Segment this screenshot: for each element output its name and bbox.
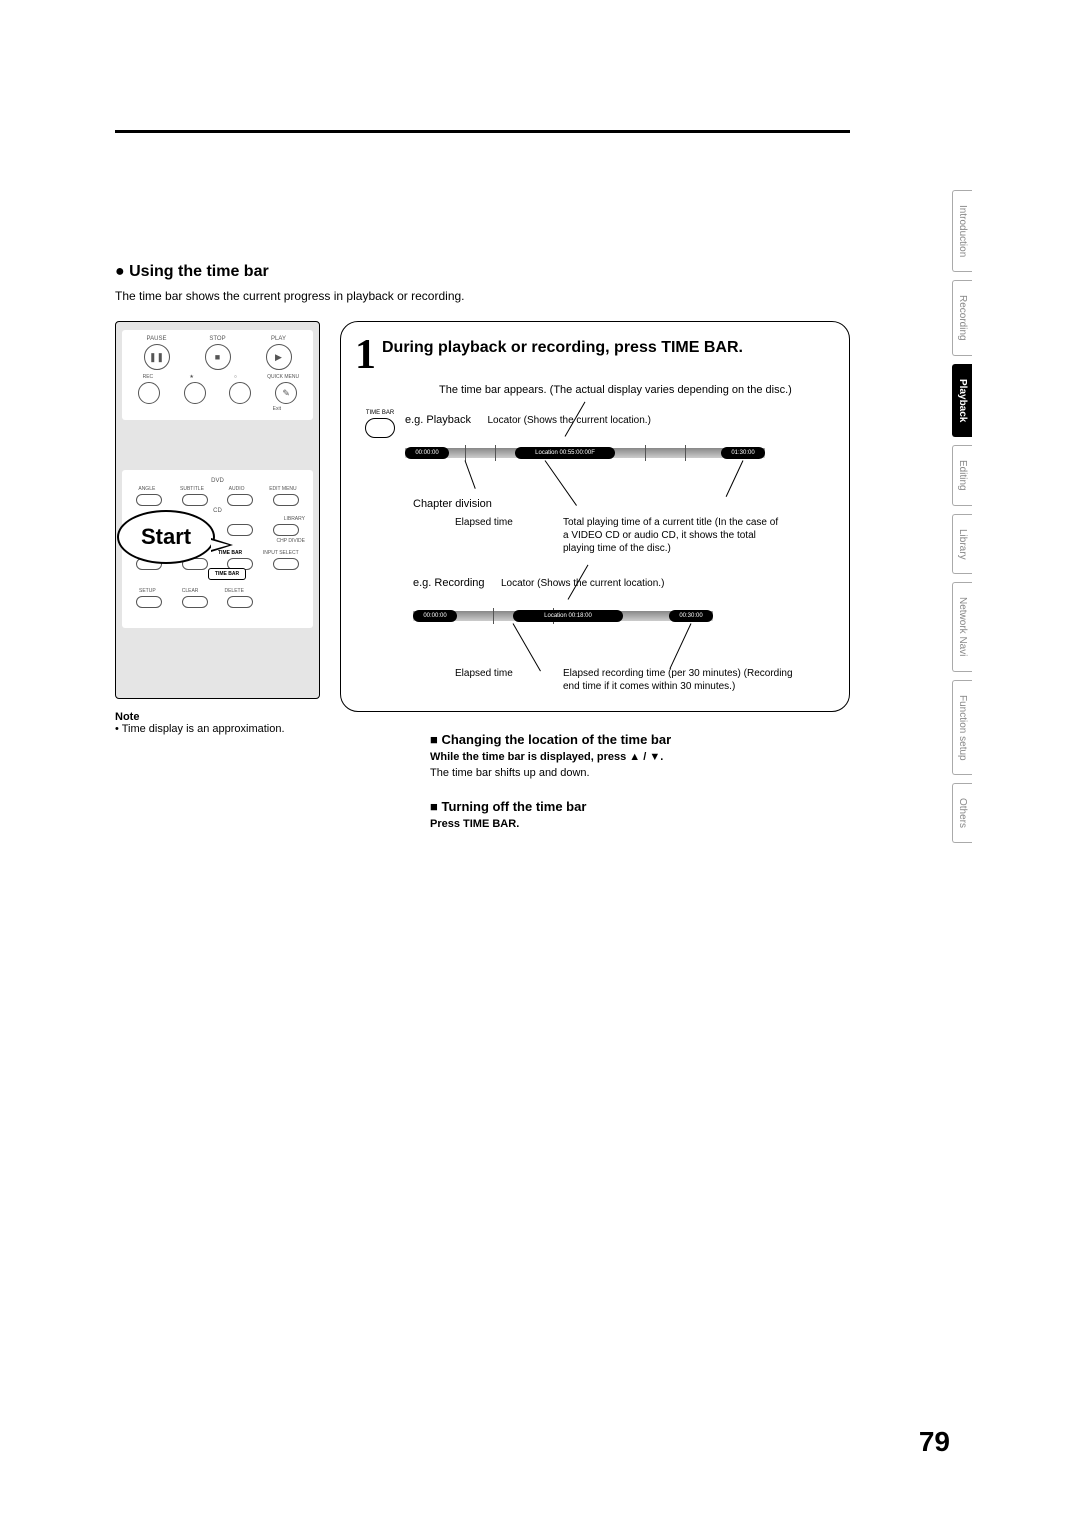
note-title: Note (115, 711, 320, 723)
star-button (184, 382, 206, 404)
changing-sub-title: Changing the location of the time bar (430, 732, 850, 747)
side-tabs: Introduction Recording Playback Editing … (952, 190, 980, 851)
recording-bar-diagram: 00:00:00 Location 00:18:00 00:30:00 (413, 611, 773, 661)
section-desc: The time bar shows the current progress … (115, 289, 965, 303)
note-body: • Time display is an approximation. (115, 723, 320, 735)
label-circle: ○ (220, 374, 250, 380)
timebar-icon: TIME BAR (365, 410, 395, 438)
top-rule (115, 130, 850, 133)
label-dvd: DVD (126, 478, 309, 484)
bar-start-time: 00:00:00 (405, 447, 449, 459)
start-callout: Start (117, 510, 215, 564)
page-number: 79 (919, 1426, 950, 1458)
tab-recording: Recording (952, 280, 972, 356)
rec-bar-start: 00:00:00 (413, 610, 457, 622)
tab-networknavi: Network Navi (952, 582, 972, 671)
label-delete: DELETE (224, 588, 243, 594)
label-quickmenu: QUICK MENU (264, 374, 302, 380)
pause-button: ❚❚ (144, 344, 170, 370)
bar-locator: Location 00:55:00:00F (515, 447, 615, 459)
elapsed-time-label: Elapsed time (455, 516, 545, 555)
playback-example-label: e.g. Playback (405, 414, 471, 426)
tab-others: Others (952, 783, 972, 843)
rec-bar-locator: Location 00:18:00 (513, 610, 623, 622)
label-angle: ANGLE (138, 486, 155, 492)
label-play: PLAY (259, 336, 299, 342)
step-title: During playback or recording, press TIME… (382, 334, 743, 359)
tab-editing: Editing (952, 445, 972, 506)
chapter-division-label: Chapter division (413, 498, 835, 510)
changing-line1: While the time bar is displayed, press ▲… (430, 751, 850, 763)
play-button: ▶ (266, 344, 292, 370)
label-rec: REC (133, 374, 163, 380)
recording-example-label: e.g. Recording (413, 577, 485, 589)
quickmenu-button: ✎ (275, 382, 297, 404)
label-inputselect: INPUT SELECT (263, 550, 299, 556)
elapsed-rec-label: Elapsed recording time (per 30 minutes) … (563, 667, 793, 693)
locator-label-2: Locator (Shows the current location.) (501, 578, 664, 589)
label-editmenu: EDIT MENU (269, 486, 296, 492)
total-time-label: Total playing time of a current title (I… (563, 516, 783, 555)
elapsed-time-label-2: Elapsed time (455, 667, 545, 693)
step-body: The time bar appears. (The actual displa… (439, 384, 835, 396)
label-pause: PAUSE (137, 336, 177, 342)
circle-button (229, 382, 251, 404)
turnoff-sub-title: Turning off the time bar (430, 799, 850, 814)
changing-line2: The time bar shifts up and down. (430, 767, 850, 779)
section-title: Using the time bar (115, 263, 965, 281)
label-exit: Exit (126, 406, 281, 412)
tab-introduction: Introduction (952, 190, 972, 272)
locator-label: Locator (Shows the current location.) (488, 415, 651, 426)
label-stop: STOP (198, 336, 238, 342)
rec-button (138, 382, 160, 404)
tab-library: Library (952, 514, 972, 575)
playback-bar-diagram: 00:00:00 Location 00:55:00:00F 01:30:00 (405, 448, 765, 498)
label-star: ★ (177, 374, 207, 380)
tab-playback: Playback (952, 364, 972, 437)
label-audio: AUDIO (229, 486, 245, 492)
bar-end-time: 01:30:00 (721, 447, 765, 459)
turnoff-line1: Press TIME BAR. (430, 818, 850, 830)
label-clear: CLEAR (182, 588, 199, 594)
step-number: 1 (355, 334, 376, 376)
stop-button: ■ (205, 344, 231, 370)
label-subtitle: SUBTITLE (180, 486, 204, 492)
tab-functionsetup: Function setup (952, 680, 972, 776)
rec-bar-end: 00:30:00 (669, 610, 713, 622)
step-box: 1 During playback or recording, press TI… (340, 321, 850, 712)
remote-diagram: PAUSE STOP PLAY ❚❚ ■ ▶ REC ★ ○ QUICK MEN… (115, 321, 320, 699)
label-setup: SETUP (139, 588, 156, 594)
timebar-button-highlight: TIME BAR (208, 568, 246, 580)
